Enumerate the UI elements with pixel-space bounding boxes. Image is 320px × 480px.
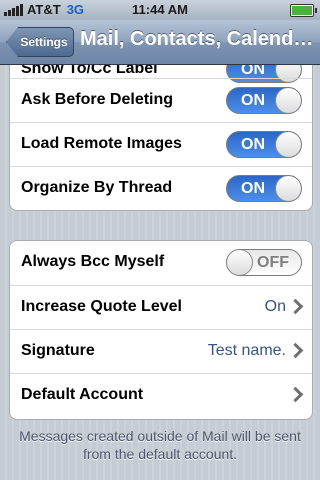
- organize-by-thread-toggle[interactable]: ON: [226, 175, 302, 202]
- chevron-right-icon: [287, 386, 304, 403]
- status-bar: AT&T 3G 11:44 AM: [0, 0, 320, 20]
- navigation-bar: Settings Mail, Contacts, Calendars: [0, 20, 320, 65]
- always-bcc-toggle[interactable]: OFF: [226, 249, 302, 276]
- row-increase-quote-level[interactable]: Increase Quote Level On: [10, 285, 312, 329]
- toggle-state: ON: [241, 65, 265, 78]
- row-label: Load Remote Images: [21, 135, 182, 152]
- load-remote-images-toggle[interactable]: ON: [226, 131, 302, 158]
- redacted-value: [152, 387, 272, 405]
- settings-group-account: Always Bcc Myself OFF Increase Quote Lev…: [9, 240, 313, 420]
- toggle-state: ON: [241, 180, 265, 197]
- toggle-knob: [227, 250, 253, 275]
- row-ask-before-deleting[interactable]: Ask Before Deleting ON: [10, 78, 312, 122]
- row-default-account[interactable]: Default Account: [10, 373, 312, 417]
- toggle-knob: [275, 88, 301, 113]
- footer-note: Messages created outside of Mail will be…: [19, 428, 301, 462]
- ask-before-deleting-toggle[interactable]: ON: [226, 87, 302, 114]
- battery-icon: [290, 4, 317, 17]
- row-label: Signature: [21, 342, 95, 359]
- row-value: Test name.: [207, 342, 286, 359]
- row-label: Increase Quote Level: [21, 298, 182, 315]
- row-label: Organize By Thread: [21, 179, 173, 196]
- page-title: Mail, Contacts, Calendars: [80, 28, 316, 50]
- status-time: 11:44 AM: [132, 2, 188, 17]
- row-label: Ask Before Deleting: [21, 91, 174, 108]
- row-organize-by-thread[interactable]: Organize By Thread ON: [10, 166, 312, 210]
- row-load-remote-images[interactable]: Load Remote Images ON: [10, 122, 312, 166]
- toggle-state: ON: [241, 92, 265, 109]
- row-value: On: [264, 298, 286, 315]
- chevron-right-icon: [287, 298, 304, 315]
- toggle-state: OFF: [257, 254, 289, 271]
- row-label: Always Bcc Myself: [21, 253, 165, 270]
- settings-group-options: Show To/Cc Label ON Ask Before Deleting …: [9, 65, 313, 211]
- settings-content[interactable]: Show To/Cc Label ON Ask Before Deleting …: [0, 65, 320, 480]
- toggle-knob: [275, 176, 301, 201]
- toggle-knob: [275, 132, 301, 157]
- toggle-state: ON: [241, 136, 265, 153]
- back-button[interactable]: Settings: [6, 27, 74, 57]
- row-label: Show To/Cc Label: [21, 65, 158, 77]
- chevron-right-icon: [287, 342, 304, 359]
- row-signature[interactable]: Signature Test name.: [10, 329, 312, 373]
- row-always-bcc-myself[interactable]: Always Bcc Myself OFF: [10, 241, 312, 285]
- row-label: Default Account: [21, 386, 144, 403]
